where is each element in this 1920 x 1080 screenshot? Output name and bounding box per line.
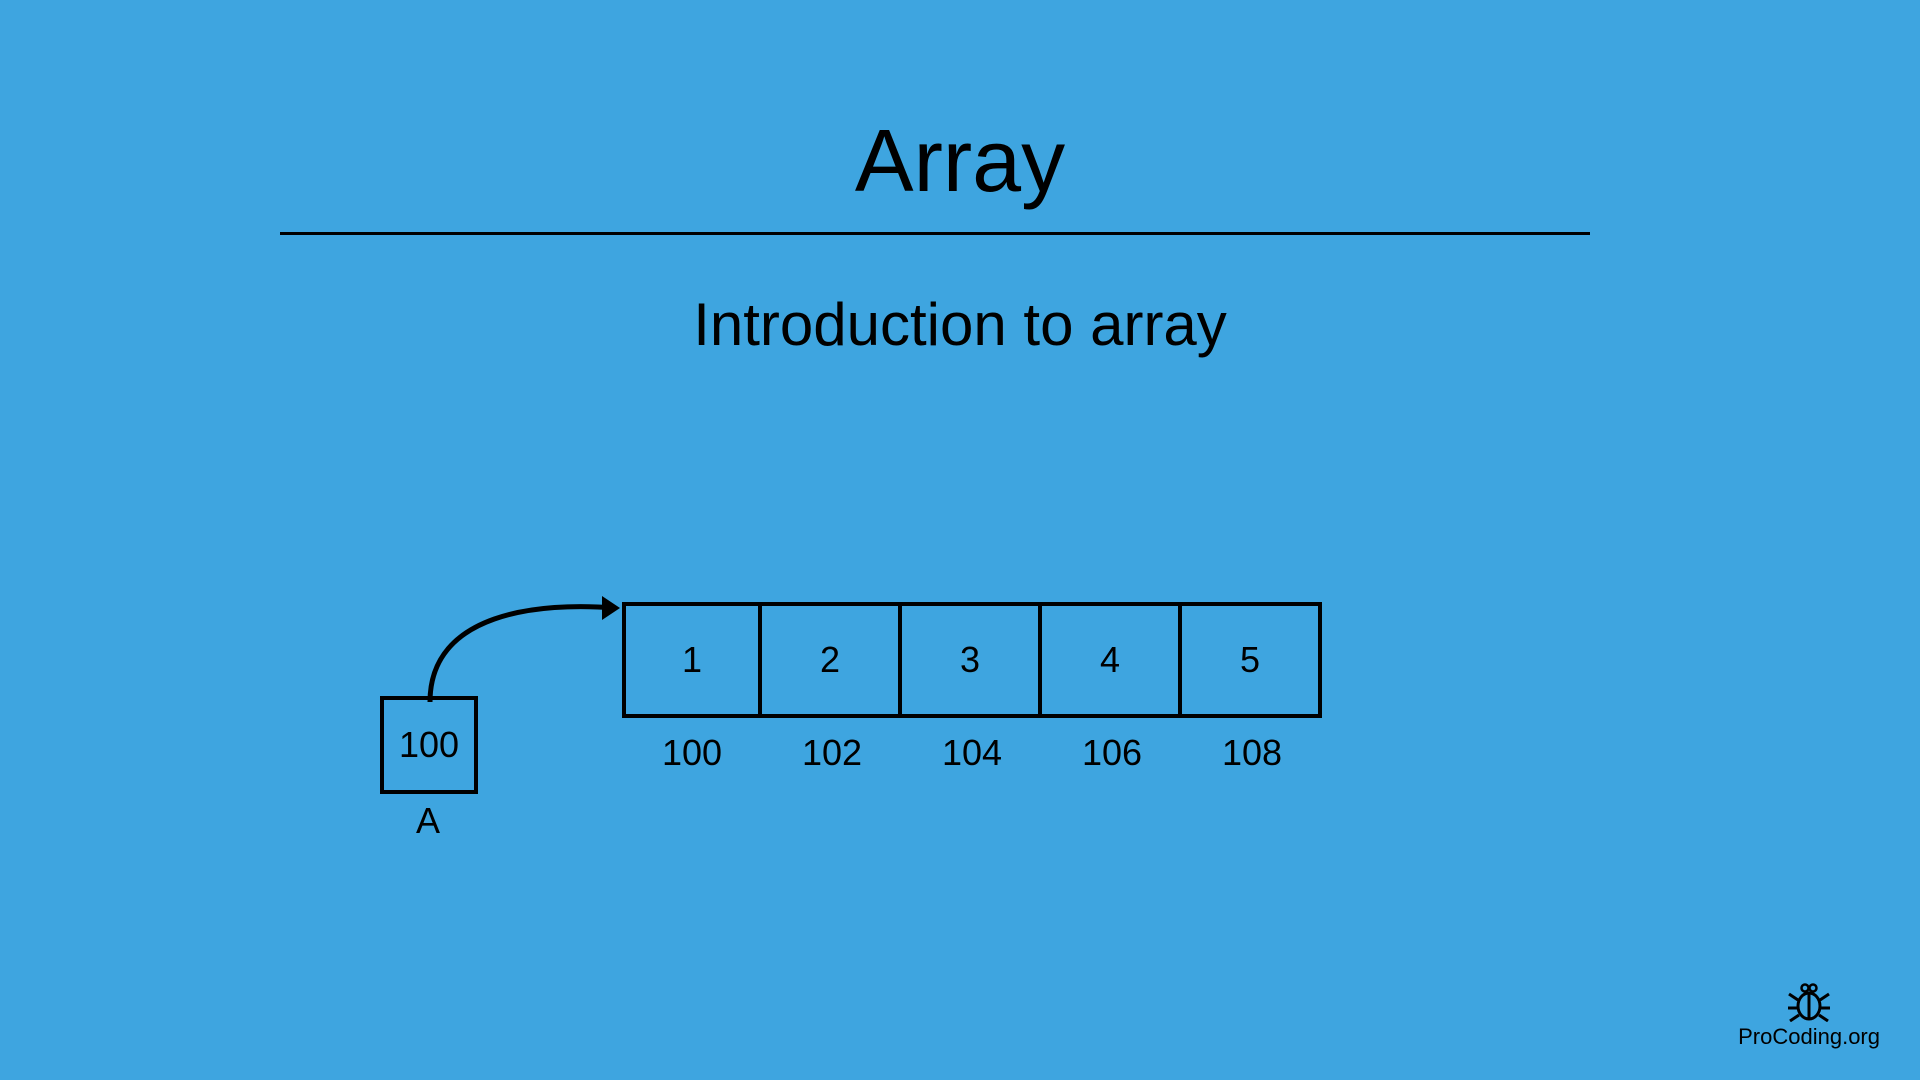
- watermark: ProCoding.org: [1738, 982, 1880, 1050]
- page-title: Array: [855, 110, 1065, 212]
- pointer-arrow: [420, 582, 650, 732]
- array-cell: 4: [1042, 602, 1182, 718]
- array-diagram: 100 A 1 2 3 4 5 100 102 104 106 108: [380, 590, 1380, 890]
- array-cell: 5: [1182, 602, 1322, 718]
- array-cell: 3: [902, 602, 1042, 718]
- array-address: 106: [1042, 732, 1182, 774]
- array-cell: 1: [622, 602, 762, 718]
- array-cells-row: 1 2 3 4 5: [622, 602, 1322, 718]
- page-subtitle: Introduction to array: [693, 290, 1227, 359]
- array-cell: 2: [762, 602, 902, 718]
- array-address: 102: [762, 732, 902, 774]
- pointer-label: A: [416, 800, 440, 842]
- array-address: 108: [1182, 732, 1322, 774]
- array-addresses-row: 100 102 104 106 108: [622, 732, 1322, 774]
- array-address: 100: [622, 732, 762, 774]
- title-underline: [280, 232, 1590, 235]
- bug-icon: [1785, 982, 1833, 1022]
- watermark-text: ProCoding.org: [1738, 1024, 1880, 1050]
- array-address: 104: [902, 732, 1042, 774]
